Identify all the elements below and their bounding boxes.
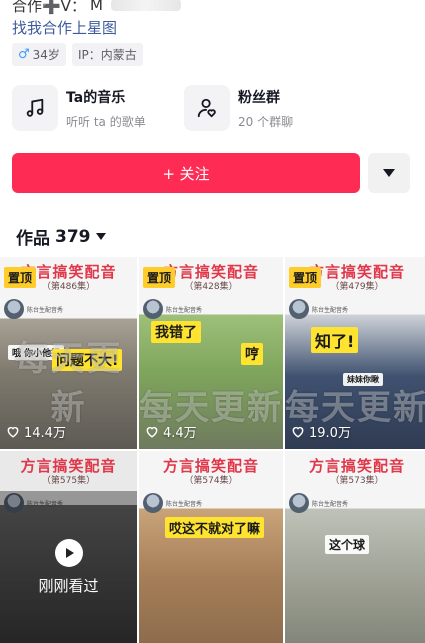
creator-avatar [143, 299, 163, 319]
fan-group-subtitle: 20 个群聊 [238, 114, 294, 129]
video-caption-2: 哼 [241, 343, 263, 365]
like-number: 4.4万 [163, 426, 197, 441]
video-caption: 哎这不就对了嘛 [165, 517, 265, 538]
music-note-icon [12, 85, 58, 131]
channel-name: 陈台生配音秀 [312, 501, 349, 508]
fan-group-entry[interactable]: 粉丝群 20 个群聊 [184, 85, 356, 131]
works-label: 作品 [16, 229, 50, 249]
like-count: 14.4万 [6, 422, 66, 441]
recently-watched-overlay: 刚刚看过 [0, 491, 137, 643]
contact-value: M [89, 0, 103, 14]
music-entry[interactable]: Ta的音乐 听听 ta 的歌单 [12, 85, 184, 131]
channel-name: 陈台生配音秀 [27, 307, 64, 314]
heart-icon [146, 426, 158, 438]
creator-avatar [143, 493, 163, 513]
redacted-contact [110, 0, 181, 11]
star-cooperation-link[interactable]: 找我合作上星图 [12, 17, 117, 38]
profile-tags: ♂ 34岁 IP：内蒙古 [12, 43, 143, 66]
contact-prefix: 合作➕V： [12, 0, 86, 15]
channel-name: 陈台生配音秀 [166, 307, 203, 314]
video-tile[interactable]: 方言搞笑配音 （第574集） 陈台生配音秀 哎这不就对了嘛 [139, 451, 283, 643]
channel-name: 陈台生配音秀 [166, 501, 203, 508]
music-title: Ta的音乐 [66, 89, 126, 106]
feature-row: Ta的音乐 听听 ta 的歌单 粉丝群 20 个群聊 [12, 85, 412, 131]
video-caption: 我错了 [151, 321, 201, 343]
video-caption: 知了! [311, 327, 359, 353]
like-number: 19.0万 [309, 426, 351, 441]
contact-line: 合作➕V： M [12, 0, 181, 15]
recently-watched-label: 刚刚看过 [38, 576, 99, 595]
heart-icon [7, 426, 19, 438]
works-count: 379 [55, 226, 91, 247]
pinned-badge: 置顶 [143, 267, 176, 288]
episode-number: （第575集） [41, 476, 96, 486]
more-options-button[interactable] [368, 153, 410, 193]
works-tab[interactable]: 作品 379 [16, 224, 106, 249]
play-icon [54, 538, 83, 567]
like-number: 14.4万 [24, 426, 66, 441]
video-grid: 方言搞笑配音 （第486集） 置顶 陈台生配音秀 哦 你小他妈 问题不大! 每天… [0, 257, 425, 643]
fan-group-title: 粉丝群 [238, 89, 280, 106]
video-tile[interactable]: 方言搞笑配音 （第428集） 置顶 陈台生配音秀 我错了 哼 每天更新 4.4万 [139, 257, 283, 449]
triangle-down-icon [383, 169, 395, 177]
follow-button[interactable]: + 关注 [12, 153, 360, 193]
age-tag: ♂ 34岁 [12, 43, 66, 66]
like-count: 4.4万 [145, 422, 197, 441]
fan-group-icon [184, 85, 230, 131]
ip-location-tag: IP：内蒙古 [71, 43, 143, 66]
pinned-badge: 置顶 [289, 267, 322, 288]
episode-number: （第573集） [330, 476, 384, 486]
music-subtitle: 听听 ta 的歌单 [66, 114, 146, 129]
episode-number: （第574集） [184, 476, 238, 486]
pinned-badge: 置顶 [4, 267, 37, 288]
creator-avatar [4, 299, 24, 319]
video-tile[interactable]: 方言搞笑配音 （第479集） 置顶 陈台生配音秀 知了! 妹妹你瞅 每天更新 1… [285, 257, 425, 449]
ip-text: IP：内蒙古 [77, 48, 137, 62]
age-text: 34岁 [32, 48, 60, 62]
channel-name: 陈台生配音秀 [312, 307, 349, 314]
male-icon: ♂ [18, 47, 30, 62]
like-count: 19.0万 [291, 422, 351, 441]
video-tile[interactable]: 方言搞笑配音 （第486集） 置顶 陈台生配音秀 哦 你小他妈 问题不大! 每天… [0, 257, 137, 449]
caret-down-icon [95, 232, 106, 240]
update-watermark: 每天更新 [14, 339, 123, 428]
video-tile[interactable]: 方言搞笑配音 （第573集） 陈台生配音秀 这个球 [285, 451, 425, 643]
video-caption: 这个球 [325, 535, 370, 554]
heart-icon [292, 426, 304, 438]
video-tile[interactable]: 方言搞笑配音 （第575集） 陈台生配音秀 刚刚看过 [0, 451, 137, 643]
creator-avatar [289, 299, 309, 319]
creator-avatar [289, 493, 309, 513]
